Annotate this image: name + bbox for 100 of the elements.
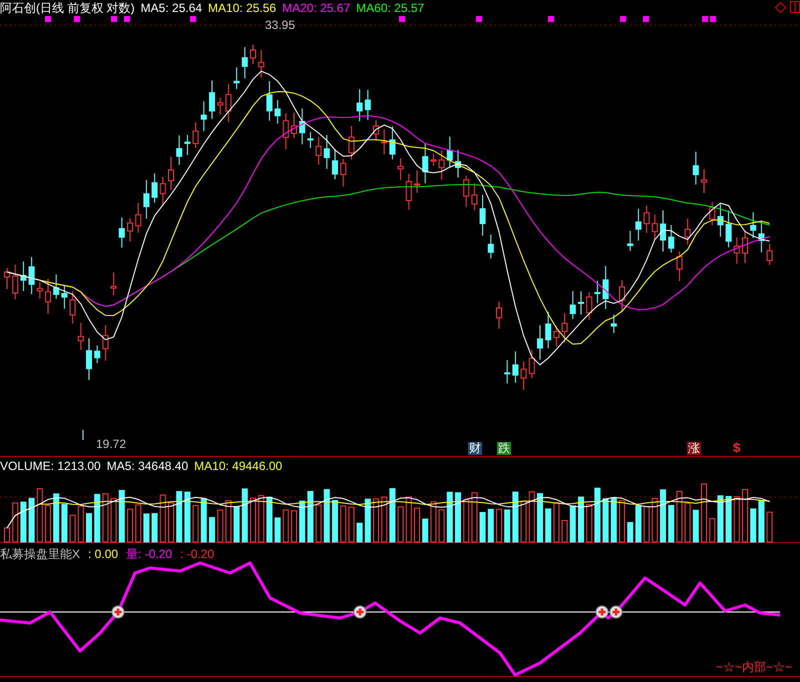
candlestick	[709, 202, 716, 226]
candlestick	[332, 148, 338, 180]
candlestick	[299, 108, 306, 145]
candlestick	[242, 46, 248, 79]
candlestick	[528, 349, 535, 378]
candlestick	[200, 100, 207, 132]
event-badge: 涨	[687, 442, 701, 455]
candlestick	[488, 234, 494, 259]
candlestick	[127, 218, 133, 242]
candlestick	[184, 134, 190, 156]
legend-label: : 0.00	[88, 546, 118, 562]
buy-signal-icon	[112, 606, 124, 618]
legend-label: MA20: 25.67	[282, 0, 350, 16]
candlestick	[520, 360, 527, 390]
candlestick	[578, 290, 584, 316]
candlestick	[692, 151, 699, 185]
candlestick	[160, 176, 166, 206]
candlestick	[742, 230, 748, 264]
legend-label: MA60: 25.57	[356, 0, 424, 16]
low-price-label: 19.72	[96, 437, 126, 451]
candlestick	[266, 80, 272, 122]
candlestick	[406, 173, 412, 210]
candlestick	[192, 122, 199, 148]
candlestick	[398, 158, 404, 181]
candlestick	[455, 150, 461, 178]
candlestick	[734, 236, 740, 264]
candlestick	[414, 170, 420, 194]
candlestick	[586, 292, 592, 320]
candlestick	[644, 205, 650, 234]
candlestick	[766, 244, 773, 266]
candlestick	[364, 89, 371, 120]
candlestick	[619, 280, 625, 313]
panel-toggle-icon[interactable]	[790, 1, 800, 13]
candlestick	[307, 132, 314, 148]
candlestick	[20, 261, 26, 292]
legend-label: MA5: 25.64	[140, 0, 202, 16]
candlestick	[70, 291, 76, 324]
candlestick	[12, 264, 18, 300]
candlestick	[234, 66, 240, 90]
candlestick	[61, 285, 68, 310]
candlestick	[602, 266, 609, 310]
dollar-marker: $	[733, 441, 740, 455]
candlestick	[504, 360, 510, 384]
candlestick	[430, 153, 436, 166]
candlestick	[53, 274, 60, 300]
candlestick	[36, 282, 43, 300]
candlestick	[701, 168, 707, 194]
candlestick	[316, 136, 322, 166]
legend-label: VOLUME: 1213.00	[0, 458, 101, 474]
candlestick	[45, 278, 51, 314]
candlestick	[356, 88, 363, 122]
candlestick	[135, 202, 142, 234]
legend-label: : -0.20	[180, 546, 214, 562]
candlestick	[4, 268, 10, 290]
candlestick	[348, 126, 354, 160]
candlestick	[176, 134, 182, 166]
candlestick	[537, 324, 543, 360]
candlestick	[389, 126, 396, 160]
chart-title: 阿石创(日线 前复权 对数)	[0, 0, 135, 16]
candlestick	[676, 250, 682, 282]
diamond-icon[interactable]	[775, 2, 786, 13]
candlestick	[258, 50, 264, 78]
candlestick	[152, 172, 158, 204]
candlestick	[324, 134, 330, 170]
candlestick	[110, 272, 117, 296]
candlestick	[652, 214, 658, 241]
candlestick	[340, 158, 346, 188]
candlestick	[422, 143, 428, 184]
candlestick	[562, 312, 568, 344]
candlestick	[446, 136, 453, 168]
candlestick	[684, 218, 691, 246]
footer-tag: ~☆~内部~☆~	[716, 660, 792, 674]
buy-signal-icon	[354, 606, 366, 618]
candlestick	[496, 301, 502, 330]
candlestick	[28, 256, 35, 295]
event-badge: 财	[468, 442, 482, 455]
candlestick	[102, 324, 108, 362]
candlestick	[217, 97, 224, 116]
candlestick	[610, 314, 617, 334]
candlestick	[627, 230, 634, 252]
candlestick	[209, 80, 215, 120]
candlestick	[553, 325, 560, 348]
candlestick	[512, 350, 518, 384]
candlestick	[717, 204, 724, 238]
legend-label: MA5: 34648.40	[106, 458, 188, 474]
candlestick	[86, 338, 92, 380]
candlestick	[668, 224, 674, 254]
candlestick	[373, 120, 379, 142]
candlestick	[545, 311, 552, 349]
candlestick	[660, 210, 666, 252]
legend-label: MA10: 25.56	[208, 0, 276, 16]
candlestick	[471, 182, 478, 211]
candlestick	[463, 175, 470, 208]
legend-label: MA10: 49446.00	[194, 458, 282, 474]
buy-signal-icon	[610, 606, 622, 618]
legend-label: 私募操盘里能X	[0, 546, 80, 562]
candlestick	[250, 44, 256, 65]
candlestick	[168, 156, 174, 190]
candlestick	[143, 179, 150, 220]
candlestick	[225, 83, 232, 122]
